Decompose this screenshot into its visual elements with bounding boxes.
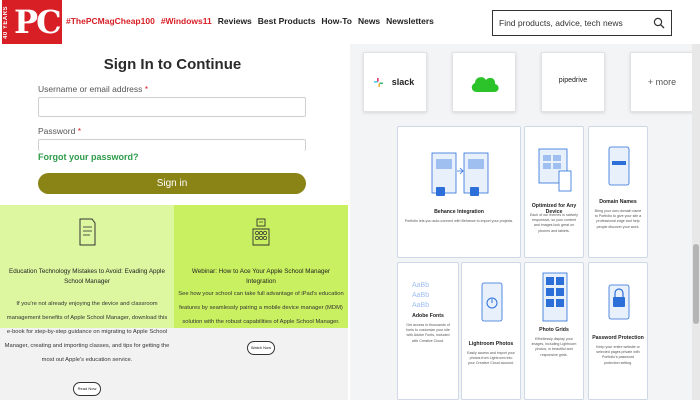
integration-pipedrive[interactable]: pipedrive (541, 52, 605, 112)
watch-now-button[interactable]: Watch Now (247, 341, 275, 355)
promo-card-webinar: Webinar: How to Ace Your Apple School Ma… (174, 205, 348, 400)
integration-more[interactable]: + more (630, 52, 694, 112)
nav-link-reviews[interactable]: Reviews (218, 16, 252, 26)
stack-icon (252, 218, 270, 246)
feature-desc: Easily access and import your photos fro… (467, 351, 515, 366)
main-nav: #ThePCMagCheap100 #Windows11 Reviews Bes… (66, 16, 434, 26)
lightroom-phone-icon (481, 282, 503, 322)
read-now-button[interactable]: Read Now (73, 382, 101, 396)
logo-years-text: 40 YEARS (3, 6, 9, 39)
promo-body: If you're not already enjoying the devic… (4, 301, 170, 363)
forgot-password-link[interactable]: Forgot your password? (38, 152, 139, 162)
feature-card-password-protection: Password Protection Keep your entire web… (588, 262, 648, 400)
feature-name: Behance Integration (434, 209, 484, 215)
feature-desc: Bring your own domain name to Portfolio … (594, 209, 642, 229)
signin-button[interactable]: Sign in (38, 173, 306, 194)
logo-text: PC (14, 3, 62, 41)
devices-icon (538, 148, 572, 192)
promo-body: See how your school can take full advant… (178, 291, 344, 325)
feature-card-any-device: Optimized for Any Device Each of our the… (524, 126, 584, 258)
nav-tag-windows11[interactable]: #Windows11 (161, 16, 212, 26)
feature-card-behance: Behance Integration Portfolio lets you a… (397, 126, 521, 258)
phone-domain-icon (608, 146, 630, 186)
feature-desc: Each of our themes is natively responsiv… (530, 213, 578, 233)
promo-card-ebook: Education Technology Mistakes to Avoid: … (0, 205, 174, 400)
nav-link-newsletters[interactable]: Newsletters (386, 16, 434, 26)
integration-slack[interactable]: slack (363, 52, 427, 112)
feature-name: Password Protection (592, 335, 644, 341)
username-label: Username or email address * (38, 84, 148, 94)
feature-card-adobe-fonts: AaBb AaBb AaBb Adobe Fonts Get access to… (397, 262, 459, 400)
feature-name: Lightroom Photos (468, 341, 514, 347)
signin-heading: Sign In to Continue (103, 56, 242, 73)
lock-icon (608, 284, 630, 320)
page: 40 YEARS PC #ThePCMagCheap100 #Windows11… (0, 0, 700, 400)
username-label-text: Username or email address (38, 84, 143, 94)
feature-card-lightroom: Lightroom Photos Easily access and impor… (461, 262, 521, 400)
grid-icon (542, 272, 568, 322)
pcmag-logo[interactable]: 40 YEARS PC (2, 0, 62, 44)
required-mark: * (77, 126, 82, 136)
feature-desc: Keep your entire website or selected pag… (596, 345, 640, 365)
feature-desc: Get access to thousands of fonts to cust… (406, 323, 450, 343)
feature-name: Domain Names (599, 199, 637, 205)
search-icon[interactable] (653, 17, 665, 29)
integration-label: + more (647, 77, 677, 87)
behance-illustration-icon (431, 152, 489, 196)
username-field[interactable] (38, 97, 306, 117)
search-placeholder: Find products, advice, tech news (499, 18, 623, 28)
nav-tag-cheap100[interactable]: #ThePCMagCheap100 (66, 16, 155, 26)
cloud-icon (471, 77, 499, 92)
integration-cloud[interactable] (452, 52, 516, 112)
feature-name: Adobe Fonts (412, 313, 444, 319)
nav-link-best-products[interactable]: Best Products (258, 16, 316, 26)
required-mark: * (144, 84, 149, 94)
promo-title: Education Technology Mistakes to Avoid: … (9, 268, 165, 285)
integration-label: pipedrive (558, 77, 588, 84)
integration-label: slack (391, 77, 415, 87)
nav-link-how-to[interactable]: How-To (321, 16, 352, 26)
promo-lower-band (174, 328, 348, 400)
feature-desc: Portfolio lets you auto-connect with Beh… (404, 219, 514, 223)
password-label: Password * (38, 126, 81, 136)
nav-link-news[interactable]: News (358, 16, 380, 26)
feature-desc: Effortlessly display your images, includ… (531, 337, 577, 357)
page-scrollbar[interactable] (692, 44, 700, 400)
site-header: 40 YEARS PC #ThePCMagCheap100 #Windows11… (0, 0, 700, 44)
feature-card-photo-grids: Photo Grids Effortlessly display your im… (524, 262, 584, 400)
book-icon (79, 218, 96, 246)
svg-text:AaBb: AaBb (412, 292, 429, 299)
svg-text:AaBb: AaBb (412, 302, 429, 309)
search-input[interactable]: Find products, advice, tech news (492, 10, 672, 36)
scrollbar-thumb[interactable] (693, 244, 699, 324)
password-field[interactable] (38, 139, 306, 151)
svg-text:AaBb: AaBb (412, 282, 429, 289)
feature-name: Photo Grids (539, 327, 569, 333)
promo-title: Webinar: How to Ace Your Apple School Ma… (191, 268, 331, 285)
fonts-icon: AaBb AaBb AaBb (412, 282, 429, 309)
feature-card-domain-names: Domain Names Bring your own domain name … (588, 126, 648, 258)
password-label-text: Password (38, 126, 76, 136)
